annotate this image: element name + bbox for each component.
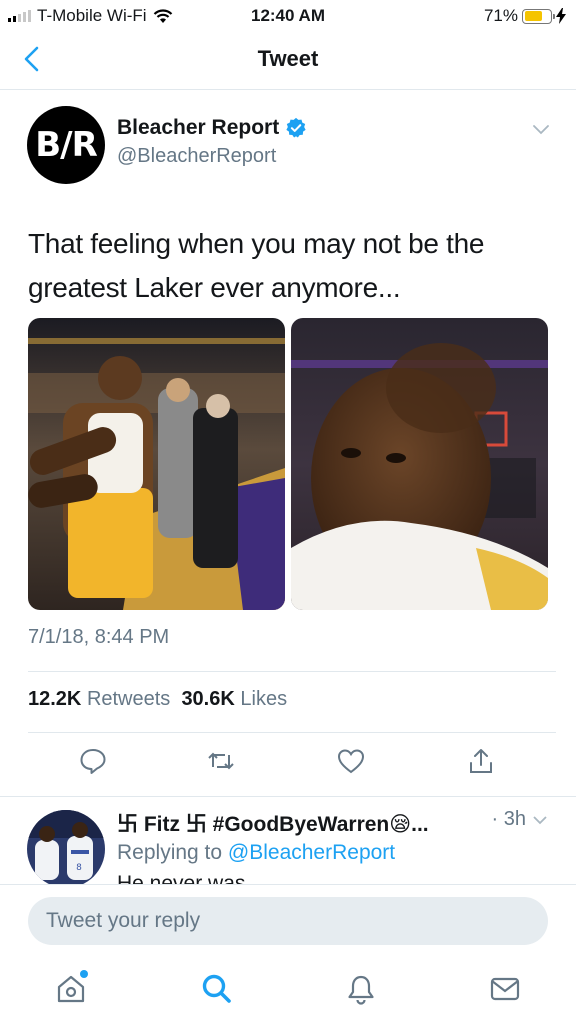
retweet-icon[interactable] <box>206 746 236 776</box>
page-title: Tweet <box>257 46 319 71</box>
author-avatar[interactable]: B/R <box>27 106 105 184</box>
reply-text: He never was <box>117 872 246 884</box>
reply-input[interactable]: Tweet your reply <box>28 897 548 945</box>
tweet-stats: 12.2K Retweets 30.6K Likes <box>28 688 287 711</box>
retweets-stat[interactable]: 12.2K Retweets <box>28 688 170 710</box>
mail-icon[interactable] <box>488 972 522 1006</box>
author-handle[interactable]: @BleacherReport <box>117 145 276 168</box>
verified-badge-icon <box>286 117 306 138</box>
reply-time: · 3h <box>492 808 548 831</box>
likes-stat[interactable]: 30.6K Likes <box>181 688 287 710</box>
home-notification-dot <box>80 970 88 978</box>
retweets-label: Retweets <box>86 688 171 710</box>
reply-author-name[interactable]: 卐 Fitz 卐 #GoodByeWarren😪... <box>117 808 429 838</box>
svg-text:8: 8 <box>76 863 82 873</box>
likes-count: 30.6K <box>181 688 235 710</box>
author-name[interactable]: Bleacher Report <box>117 116 307 140</box>
status-right: 71% <box>484 6 566 26</box>
photo-right[interactable] <box>291 318 548 610</box>
nav-bar: Tweet <box>0 34 576 90</box>
battery-icon <box>522 8 555 24</box>
share-icon[interactable] <box>466 746 496 776</box>
basketball-player-photo-right <box>291 318 548 610</box>
status-bar: T-Mobile Wi-Fi 12:40 AM 71% <box>0 0 576 34</box>
tweet-media <box>28 318 548 610</box>
tab-bar <box>0 956 576 1024</box>
reply-avatar[interactable]: 8 <box>27 810 105 888</box>
heart-icon[interactable] <box>336 746 366 776</box>
author-name-text: Bleacher Report <box>117 116 280 139</box>
tweet-text: That feeling when you may not be the gre… <box>28 228 485 303</box>
divider <box>28 671 556 672</box>
chevron-down-icon[interactable] <box>532 124 550 136</box>
replying-mention-link[interactable]: @BleacherReport <box>228 841 395 864</box>
bell-icon[interactable] <box>344 972 378 1006</box>
compose-area: Tweet your reply <box>0 884 576 956</box>
search-icon[interactable] <box>200 972 234 1006</box>
replying-prefix: Replying to <box>117 841 223 864</box>
charging-bolt-icon <box>556 8 566 24</box>
photo-left[interactable] <box>28 318 285 610</box>
tweet-actions <box>0 746 576 782</box>
reply-time-text: · 3h <box>491 808 526 830</box>
likes-label: Likes <box>240 688 288 710</box>
battery-percent: 71% <box>483 6 518 25</box>
comment-icon[interactable] <box>78 746 108 776</box>
basketball-player-photo-left <box>28 318 285 610</box>
reply-avatar-image: 8 <box>27 810 105 888</box>
chevron-down-icon[interactable] <box>532 815 548 825</box>
replying-to: Replying to @BleacherReport <box>117 841 395 865</box>
retweets-count: 12.2K <box>28 688 82 710</box>
divider <box>0 796 576 797</box>
tweet-timestamp: 7/1/18, 8:44 PM <box>28 626 170 648</box>
divider <box>28 732 556 733</box>
